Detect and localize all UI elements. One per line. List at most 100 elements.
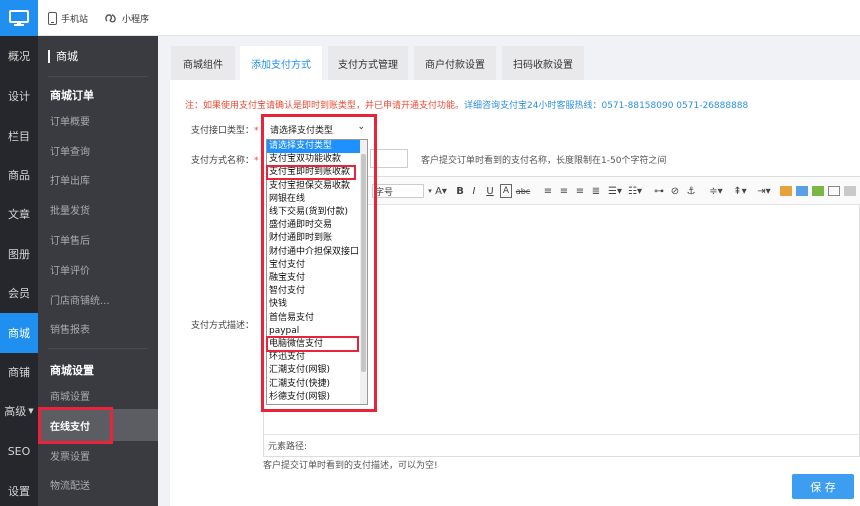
notice-hotline-text: 详细咨询支付宝24小时客服热线：0571-88158090 0571-26888… — [464, 101, 749, 111]
video-icon[interactable] — [812, 186, 824, 196]
align-right-icon[interactable]: ≡ — [574, 184, 586, 198]
submenu-item-order-query[interactable]: 订单查询 — [50, 143, 90, 158]
underline-button[interactable]: U — [484, 184, 496, 198]
submenu-item-store-stats[interactable]: 门店商铺统... — [50, 292, 110, 307]
indent-icon[interactable]: ⇥▾ — [754, 184, 774, 198]
dropdown-scroll-thumb[interactable] — [361, 154, 366, 372]
dropdown-option[interactable]: 快钱 — [267, 298, 361, 311]
dropdown-scrollbar[interactable] — [360, 140, 367, 404]
submenu-item-sales-report[interactable]: 销售报表 — [50, 321, 90, 336]
submenu-item-after-sale[interactable]: 订单售后 — [50, 232, 90, 247]
dropdown-option[interactable]: 网银在线 — [267, 193, 361, 206]
submenu-item-online-payment[interactable]: 在线支付 — [38, 409, 158, 441]
dropdown-option[interactable]: 汇潮支付(网银) — [267, 364, 361, 377]
paragraph-spacing-icon[interactable]: ⇞▾ — [730, 184, 750, 198]
dropdown-option[interactable]: 财付通即时到账 — [267, 232, 361, 245]
dropdown-option[interactable]: 支付宝担保交易收款 — [267, 180, 361, 193]
font-color-button[interactable]: A▾ — [432, 184, 450, 198]
rail-item-advanced-label: 高级 — [4, 405, 27, 418]
bold-button[interactable]: B — [454, 184, 466, 198]
dropdown-option[interactable]: 支付宝双功能收款 — [267, 153, 361, 166]
miniprogram-icon — [105, 14, 116, 23]
dropdown-option[interactable]: 智付支付 — [267, 285, 361, 298]
mobile-site-link[interactable]: 手机站 — [48, 0, 88, 36]
payment-type-select-value: 请选择支付类型 — [270, 125, 334, 136]
dropdown-option[interactable]: paypal — [267, 325, 361, 338]
rail-item-mall[interactable]: 商城 — [0, 313, 38, 353]
submenu-item-batch-ship[interactable]: 批量发货 — [50, 202, 90, 217]
name-label: 支付方式名称：* — [191, 156, 259, 166]
miniprogram-link[interactable]: 小程序 — [104, 0, 149, 36]
dropdown-option[interactable]: 请选择支付类型 — [267, 140, 361, 154]
unordered-list-icon[interactable]: ☷▾ — [626, 184, 644, 198]
submenu-group-orders: 商城订单 — [50, 89, 94, 102]
line-height-icon[interactable]: ≑▾ — [706, 184, 726, 198]
rail-item-overview[interactable]: 概况 — [0, 36, 38, 76]
dropdown-option[interactable]: 首信易支付 — [267, 312, 361, 325]
rail-item-member[interactable]: 会员 — [0, 273, 38, 313]
align-justify-icon[interactable]: ≣ — [590, 184, 602, 198]
strikethrough-icon[interactable]: abc — [516, 184, 530, 198]
dropdown-option[interactable]: 电脑微信支付 — [267, 338, 361, 351]
submenu-item-online-payment-label: 在线支付 — [50, 422, 90, 433]
dropdown-option[interactable]: 环迅支付 — [267, 351, 361, 364]
dropdown-option[interactable]: 线下交易(货到付款) — [267, 206, 361, 219]
notice-warning-text: 注：如果使用支付宝请确认是即时到账类型，并已申请开通支付功能。 — [185, 101, 465, 111]
submenu-group-settings: 商城设置 — [50, 364, 94, 377]
payment-type-dropdown[interactable]: 请选择支付类型 支付宝双功能收款 支付宝即时到账收款 支付宝担保交易收款 网银在… — [266, 139, 368, 405]
dropdown-option[interactable]: 融宝支付 — [267, 272, 361, 285]
image-icon[interactable] — [780, 186, 792, 196]
italic-button[interactable]: I — [468, 184, 480, 198]
editor-element-path: 元素路径: — [264, 434, 860, 456]
link-icon[interactable]: ⊶ — [652, 184, 666, 198]
dropdown-option[interactable]: 支付宝即时到账收款 — [267, 166, 361, 179]
submenu-item-invoice[interactable]: 发票设置 — [50, 448, 90, 463]
rail-item-seo[interactable]: SEO — [0, 431, 38, 471]
tab-mall-components[interactable]: 商城组件 — [171, 46, 235, 80]
tab-add-payment[interactable]: 添加支付方式 — [240, 46, 322, 80]
border-text-icon[interactable]: A — [500, 184, 512, 198]
miniprogram-label: 小程序 — [122, 14, 150, 25]
payment-name-input[interactable] — [370, 149, 408, 168]
caret-down-icon: ▼ — [28, 407, 34, 415]
top-bar: 手机站 小程序 — [0, 0, 860, 36]
rail-item-design[interactable]: 设计 — [0, 76, 38, 116]
save-button[interactable]: 保 存 — [792, 474, 854, 499]
submenu-title: 商城 — [48, 48, 78, 64]
dropdown-option[interactable]: 汇潮支付(快捷) — [267, 378, 361, 391]
rail-item-column[interactable]: 栏目 — [0, 116, 38, 156]
chevron-down-icon: ⌄ — [357, 122, 365, 132]
ordered-list-icon[interactable]: ☰▾ — [606, 184, 624, 198]
tab-merchant-pay[interactable]: 商户付款设置 — [414, 46, 496, 80]
dropdown-option[interactable]: 财付通中介担保双接口 — [267, 246, 361, 259]
rail-item-advanced[interactable]: 高级 ▼ — [0, 391, 38, 431]
table-icon[interactable] — [828, 186, 840, 196]
rail-item-product[interactable]: 商品 — [0, 155, 38, 195]
submenu-item-order-summary[interactable]: 订单概要 — [50, 113, 90, 128]
dropdown-option[interactable]: 宝付支付 — [267, 259, 361, 272]
align-center-icon[interactable]: ≡ — [558, 184, 570, 198]
main-nav-rail: 概况 设计 栏目 商品 文章 图册 会员 商城 商铺 高级 ▼ SEO 设置 — [0, 36, 38, 506]
font-size-select[interactable]: 字号 — [372, 184, 424, 198]
tab-qr-collect[interactable]: 扫码收款设置 — [502, 46, 584, 80]
payment-notice: 注：如果使用支付宝请确认是即时到账类型，并已申请开通支付功能。详细咨询支付宝24… — [185, 98, 748, 111]
submenu-divider — [48, 76, 148, 77]
rail-item-article[interactable]: 文章 — [0, 194, 38, 234]
submenu-item-print-ship[interactable]: 打单出库 — [50, 172, 90, 187]
dropdown-option[interactable]: 盛付通即时交易 — [267, 219, 361, 232]
multi-image-icon[interactable] — [796, 186, 808, 196]
rail-item-settings[interactable]: 设置 — [0, 471, 38, 506]
monitor-icon[interactable] — [0, 0, 38, 36]
rail-item-shop[interactable]: 商铺 — [0, 352, 38, 392]
align-left-icon[interactable]: ≡ — [542, 184, 554, 198]
anchor-icon[interactable]: ⚓ — [684, 184, 698, 198]
payment-type-select[interactable]: 请选择支付类型 ⌄ — [266, 120, 370, 138]
unlink-icon[interactable]: ⊘ — [668, 184, 682, 198]
dropdown-option[interactable]: 杉德支付(网银) — [267, 391, 361, 404]
submenu-item-order-review[interactable]: 订单评价 — [50, 262, 90, 277]
emoji-icon[interactable] — [844, 186, 856, 196]
rail-item-gallery[interactable]: 图册 — [0, 234, 38, 274]
submenu-item-logistics[interactable]: 物流配送 — [50, 477, 90, 492]
tab-payment-manage[interactable]: 支付方式管理 — [328, 46, 408, 80]
submenu-item-mall-settings[interactable]: 商城设置 — [50, 388, 90, 403]
